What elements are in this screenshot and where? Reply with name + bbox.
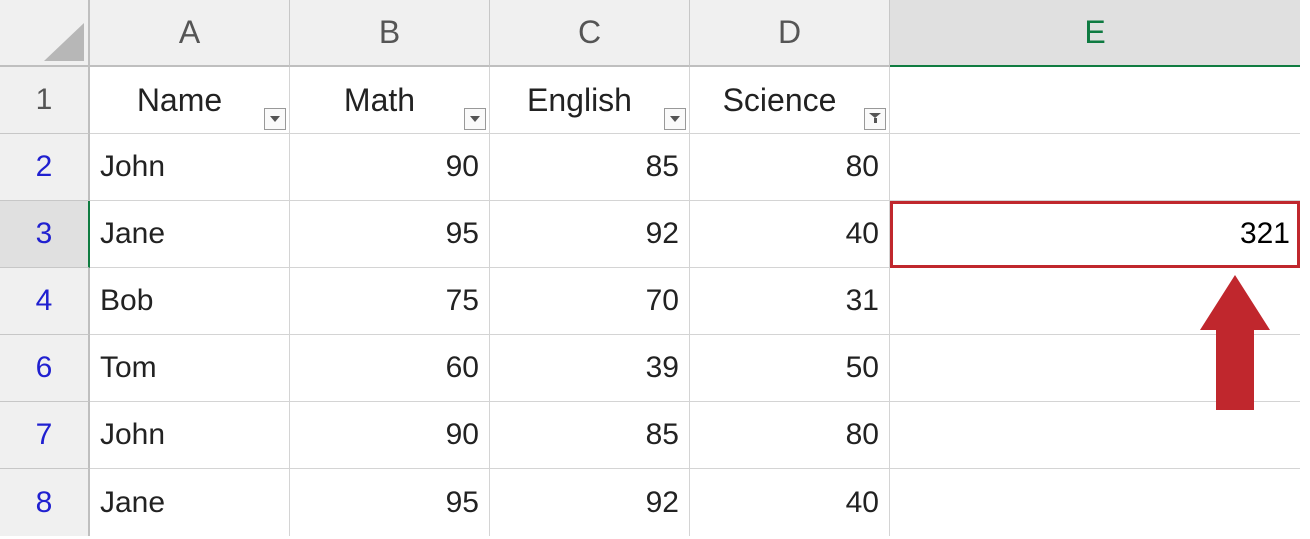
col-header-E[interactable]: E xyxy=(890,0,1300,67)
cell-A7[interactable]: John xyxy=(90,402,290,469)
row-header-2[interactable]: 2 xyxy=(0,134,90,201)
col-header-A[interactable]: A xyxy=(90,0,290,67)
col-header-D[interactable]: D xyxy=(690,0,890,67)
chevron-down-icon xyxy=(470,116,480,122)
chevron-down-icon xyxy=(670,116,680,122)
cell-D1[interactable]: Science xyxy=(690,67,890,134)
cell-B6[interactable]: 60 xyxy=(290,335,490,402)
cell-C3[interactable]: 92 xyxy=(490,201,690,268)
cell-D8[interactable]: 40 xyxy=(690,469,890,536)
cell-D2[interactable]: 80 xyxy=(690,134,890,201)
header-name-label: Name xyxy=(137,82,222,119)
cell-D7[interactable]: 80 xyxy=(690,402,890,469)
cell-A4[interactable]: Bob xyxy=(90,268,290,335)
cell-A3[interactable]: Jane xyxy=(90,201,290,268)
cell-E7[interactable] xyxy=(890,402,1300,469)
cell-C2[interactable]: 85 xyxy=(490,134,690,201)
cell-E3-selected[interactable]: 321 xyxy=(890,201,1300,268)
row-header-7[interactable]: 7 xyxy=(0,402,90,469)
filter-active-icon xyxy=(868,113,882,125)
cell-E8[interactable] xyxy=(890,469,1300,536)
cell-C4[interactable]: 70 xyxy=(490,268,690,335)
filter-button-english[interactable] xyxy=(664,108,686,130)
row-header-3[interactable]: 3 xyxy=(0,201,90,268)
header-science-label: Science xyxy=(723,82,837,119)
cell-A1[interactable]: Name xyxy=(90,67,290,134)
col-header-B[interactable]: B xyxy=(290,0,490,67)
filter-button-math[interactable] xyxy=(464,108,486,130)
filter-button-science[interactable] xyxy=(864,108,886,130)
cell-C8[interactable]: 92 xyxy=(490,469,690,536)
row-header-8[interactable]: 8 xyxy=(0,469,90,536)
row-header-4[interactable]: 4 xyxy=(0,268,90,335)
header-math-label: Math xyxy=(344,82,415,119)
arrow-annotation-icon xyxy=(1200,275,1270,405)
spreadsheet-grid: A B C D E 1 Name Math English Science 2 … xyxy=(0,0,1310,536)
select-all-corner[interactable] xyxy=(0,0,90,67)
cell-B2[interactable]: 90 xyxy=(290,134,490,201)
cell-E1[interactable] xyxy=(890,67,1300,134)
cell-B4[interactable]: 75 xyxy=(290,268,490,335)
cell-B8[interactable]: 95 xyxy=(290,469,490,536)
col-header-C[interactable]: C xyxy=(490,0,690,67)
cell-E2[interactable] xyxy=(890,134,1300,201)
cell-C6[interactable]: 39 xyxy=(490,335,690,402)
cell-D6[interactable]: 50 xyxy=(690,335,890,402)
cell-A2[interactable]: John xyxy=(90,134,290,201)
cell-A8[interactable]: Jane xyxy=(90,469,290,536)
cell-B3[interactable]: 95 xyxy=(290,201,490,268)
filter-button-name[interactable] xyxy=(264,108,286,130)
chevron-down-icon xyxy=(270,116,280,122)
cell-B7[interactable]: 90 xyxy=(290,402,490,469)
row-header-1[interactable]: 1 xyxy=(0,67,90,134)
cell-C1[interactable]: English xyxy=(490,67,690,134)
cell-C7[interactable]: 85 xyxy=(490,402,690,469)
select-all-triangle-icon xyxy=(44,23,84,61)
cell-A6[interactable]: Tom xyxy=(90,335,290,402)
row-header-6[interactable]: 6 xyxy=(0,335,90,402)
header-english-label: English xyxy=(527,82,632,119)
cell-D3[interactable]: 40 xyxy=(690,201,890,268)
cell-D4[interactable]: 31 xyxy=(690,268,890,335)
cell-B1[interactable]: Math xyxy=(290,67,490,134)
